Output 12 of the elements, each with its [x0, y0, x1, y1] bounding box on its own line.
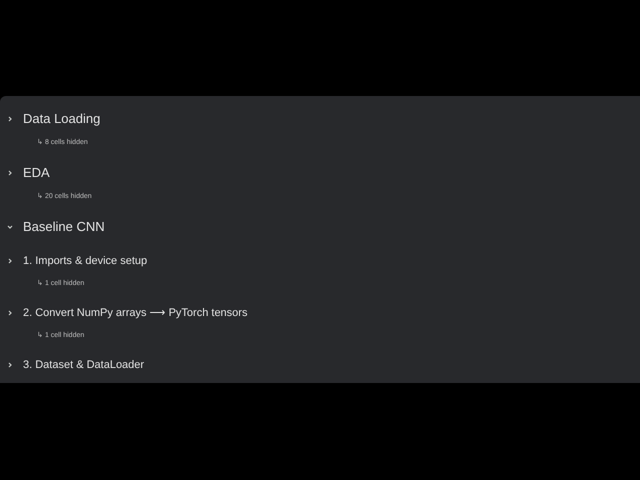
section-heading[interactable]: 3. Dataset & DataLoader: [23, 356, 144, 374]
section-heading[interactable]: Baseline CNN: [23, 217, 105, 237]
chevron-right-icon[interactable]: [6, 115, 14, 123]
chevron-right-icon[interactable]: [6, 257, 14, 265]
chevron-right-icon[interactable]: [6, 309, 14, 317]
chevron-right-icon[interactable]: [6, 169, 14, 177]
chevron-right-icon[interactable]: [6, 361, 14, 369]
section-heading[interactable]: 2. Convert NumPy arrays ⟶ PyTorch tensors: [23, 304, 248, 322]
section-heading[interactable]: EDA: [23, 163, 50, 183]
section-heading[interactable]: Data Loading: [23, 109, 100, 129]
chevron-down-icon[interactable]: [6, 223, 14, 231]
section-heading[interactable]: 1. Imports & device setup: [23, 252, 148, 270]
